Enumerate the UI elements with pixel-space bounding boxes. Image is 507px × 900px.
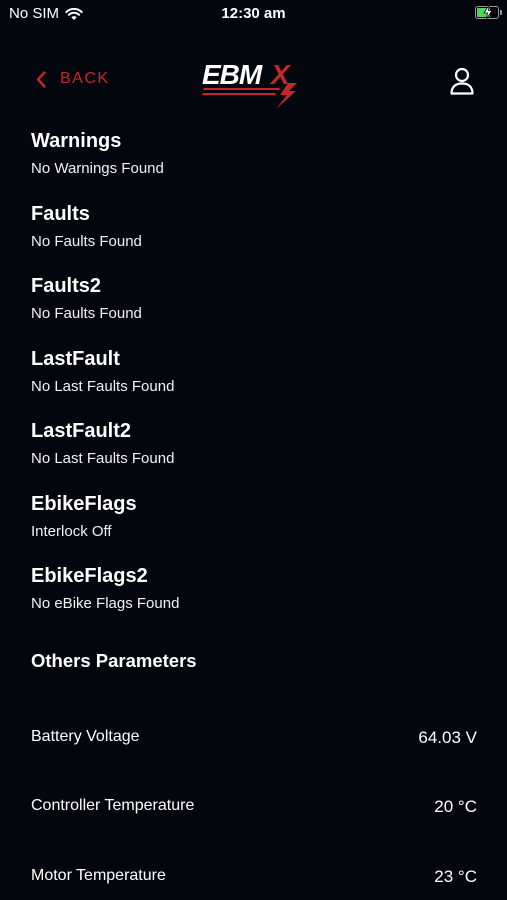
status-time: 12:30 am — [221, 5, 286, 22]
section-text: Interlock Off — [31, 522, 112, 540]
section-title: Warnings — [31, 130, 122, 152]
param-label: Motor Temperature — [31, 867, 166, 884]
app-header: BACK EBM X — [0, 55, 507, 115]
param-label: Controller Temperature — [31, 797, 195, 814]
battery-charging-icon — [475, 5, 502, 19]
battery-tip — [500, 10, 502, 15]
param-value: 64.03 V — [418, 728, 477, 747]
back-label: BACK — [60, 70, 110, 87]
param-row-battery-voltage: Battery Voltage 64.03 V — [31, 728, 477, 748]
section-title: EbikeFlags — [31, 492, 137, 515]
section-ebikeflags2: EbikeFlags2 No eBike Flags Found — [31, 562, 477, 635]
section-title: LastFault2 — [31, 420, 132, 442]
param-row-controller-temperature: Controller Temperature 20 °C — [31, 797, 477, 817]
section-warnings: Warnings No Warnings Found — [31, 127, 477, 200]
section-title: Faults — [31, 202, 90, 225]
section-text: No Last Faults Found — [31, 450, 175, 467]
section-ebikeflags: EbikeFlags Interlock Off — [31, 490, 477, 563]
section-text: No Warnings Found — [31, 160, 164, 177]
section-faults2: Faults2 No Faults Found — [31, 272, 477, 345]
diagnostics-list: Warnings No Warnings Found Faults No Fau… — [31, 127, 477, 635]
user-icon[interactable] — [449, 67, 475, 95]
chevron-left-icon — [36, 70, 46, 88]
section-title: Faults2 — [31, 275, 102, 297]
section-title: EbikeFlags2 — [31, 565, 148, 587]
section-lastfault2: LastFault2 No Last Faults Found — [31, 417, 477, 490]
param-value: 23 °C — [434, 867, 477, 886]
param-row-motor-temperature: Motor Temperature 23 °C — [31, 867, 477, 887]
svg-text:EBM: EBM — [202, 59, 263, 90]
ebmx-logo: EBM X — [202, 59, 297, 109]
param-value: 20 °C — [434, 797, 477, 816]
section-text: No Faults Found — [31, 232, 142, 250]
charging-bolt-icon — [483, 5, 493, 19]
back-button[interactable]: BACK — [36, 70, 110, 88]
section-faults: Faults No Faults Found — [31, 200, 477, 273]
param-label: Battery Voltage — [31, 728, 140, 745]
section-text: No Faults Found — [31, 305, 142, 322]
section-text: No eBike Flags Found — [31, 595, 180, 612]
section-title: LastFault — [31, 347, 120, 370]
status-bar: No SIM 12:30 am — [0, 0, 507, 28]
section-lastfault: LastFault No Last Faults Found — [31, 345, 477, 418]
section-text: No Last Faults Found — [31, 377, 175, 395]
others-parameters-title: Others Parameters — [31, 650, 197, 671]
